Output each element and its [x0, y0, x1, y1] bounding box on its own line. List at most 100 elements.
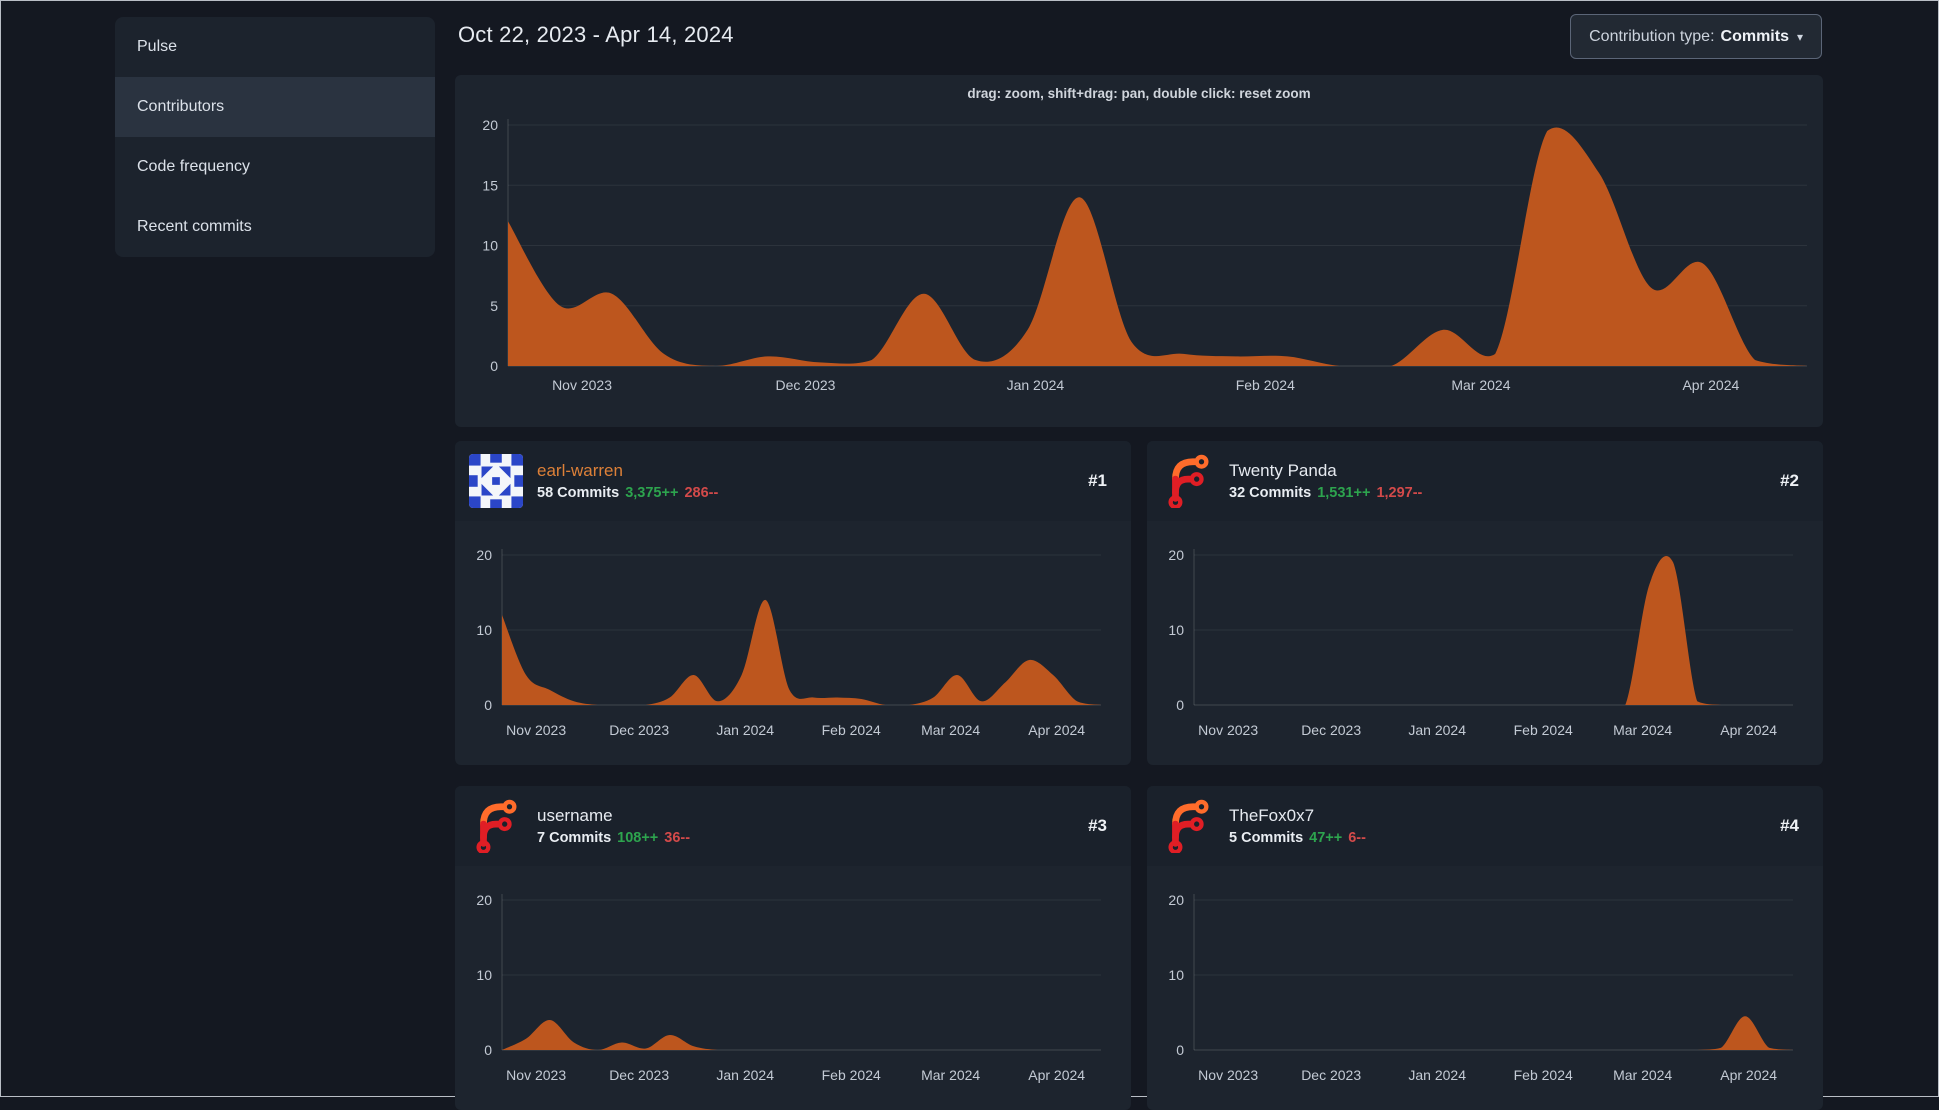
contribution-type-label: Contribution type: [1589, 27, 1715, 45]
svg-text:Dec 2023: Dec 2023 [609, 1067, 669, 1083]
contributor-commits-area-chart[interactable]: 0 10 20 Nov 2023 Dec 2023 Jan 2024 Feb 2024 Mar… [467, 870, 1119, 1096]
svg-text:20: 20 [1168, 892, 1184, 908]
contributor-name: Twenty Panda [1229, 461, 1337, 480]
svg-text:Feb 2024: Feb 2024 [1514, 1067, 1573, 1083]
svg-text:Feb 2024: Feb 2024 [1236, 377, 1295, 393]
svg-text:Mar 2024: Mar 2024 [1613, 1067, 1672, 1083]
contributor-stats: 32 Commits 1,531++ 1,297-- [1229, 485, 1766, 501]
commit-count: 32 Commits [1229, 485, 1312, 501]
additions-count: 3,375++ [625, 485, 679, 501]
contributor-name: TheFox0x7 [1229, 806, 1315, 825]
svg-text:Feb 2024: Feb 2024 [822, 1067, 881, 1083]
contributor-card-header: username 7 Commits 108++ 36-- #3 [455, 786, 1131, 866]
svg-text:Apr 2024: Apr 2024 [1028, 1067, 1085, 1083]
contributor-card-1: earl-warren 58 Commits 3,375++ 286-- #1 0 1… [455, 441, 1131, 765]
svg-text:Mar 2024: Mar 2024 [921, 1067, 980, 1083]
deletions-count: 36-- [664, 830, 691, 846]
svg-text:10: 10 [1168, 622, 1184, 638]
forgejo-logo-avatar [469, 799, 523, 853]
svg-text:Jan 2024: Jan 2024 [1408, 722, 1466, 738]
contributor-card-header: earl-warren 58 Commits 3,375++ 286-- #1 [455, 441, 1131, 521]
commit-count: 58 Commits [537, 485, 620, 501]
additions-count: 1,531++ [1317, 485, 1371, 501]
contributor-commits-area-chart[interactable]: 0 10 20 Nov 2023 Dec 2023 Jan 2024 Feb 2024 Mar… [467, 525, 1119, 751]
svg-text:Nov 2023: Nov 2023 [506, 722, 566, 738]
svg-text:Apr 2024: Apr 2024 [1028, 722, 1085, 738]
deletions-count: 1,297-- [1376, 485, 1423, 501]
deletions-count: 6-- [1348, 830, 1366, 846]
contributor-card-3: username 7 Commits 108++ 36-- #3 0 10 20 Nov … [455, 786, 1131, 1110]
svg-text:Jan 2024: Jan 2024 [716, 722, 774, 738]
contributor-chart-body: 0 10 20 Nov 2023 Dec 2023 Jan 2024 Feb 2024 Mar… [455, 521, 1131, 751]
contribution-type-dropdown[interactable]: Contribution type: Commits ▾ [1570, 14, 1822, 59]
additions-count: 108++ [617, 830, 659, 846]
contributor-card-header: TheFox0x7 5 Commits 47++ 6-- #4 [1147, 786, 1823, 866]
contributor-chart-body: 0 10 20 Nov 2023 Dec 2023 Jan 2024 Feb 2024 Mar… [1147, 866, 1823, 1096]
svg-text:Jan 2024: Jan 2024 [716, 1067, 774, 1083]
svg-text:10: 10 [476, 967, 492, 983]
svg-text:Nov 2023: Nov 2023 [552, 377, 612, 393]
chevron-down-icon: ▾ [1796, 29, 1803, 44]
overall-chart-panel: drag: zoom, shift+drag: pan, double clic… [455, 75, 1823, 427]
rank-badge: #2 [1780, 471, 1799, 490]
identicon-avatar[interactable] [469, 454, 523, 508]
overall-commits-area-chart[interactable]: 0 5 10 15 20 Nov 2023 Dec 2023 Jan 2024 Feb 2024… [467, 104, 1811, 414]
sidebar-item-contributors[interactable]: Contributors [115, 77, 435, 137]
sidebar-menu: Pulse Contributors Code frequency Recent… [115, 17, 435, 257]
rank-badge: #4 [1780, 816, 1799, 835]
svg-text:20: 20 [482, 117, 498, 133]
commit-count: 7 Commits [537, 830, 612, 846]
contribution-type-value: Commits [1720, 27, 1789, 45]
svg-text:Dec 2023: Dec 2023 [1301, 1067, 1361, 1083]
forgejo-logo-icon [476, 799, 517, 853]
svg-text:0: 0 [1176, 697, 1184, 713]
contributor-cards-grid: earl-warren 58 Commits 3,375++ 286-- #1 0 1… [455, 441, 1823, 1110]
svg-text:Dec 2023: Dec 2023 [609, 722, 669, 738]
svg-text:Dec 2023: Dec 2023 [1301, 722, 1361, 738]
svg-text:Jan 2024: Jan 2024 [1408, 1067, 1466, 1083]
sidebar-item-pulse[interactable]: Pulse [115, 17, 435, 77]
svg-text:Feb 2024: Feb 2024 [822, 722, 881, 738]
svg-text:Jan 2024: Jan 2024 [1007, 377, 1065, 393]
contributor-card-header: Twenty Panda 32 Commits 1,531++ 1,297-- #2 [1147, 441, 1823, 521]
svg-text:20: 20 [476, 547, 492, 563]
svg-text:15: 15 [482, 177, 498, 193]
chart-zoom-hint: drag: zoom, shift+drag: pan, double clic… [967, 86, 1311, 101]
contributor-commits-area-chart[interactable]: 0 10 20 Nov 2023 Dec 2023 Jan 2024 Feb 2024 Mar… [1159, 870, 1811, 1096]
forgejo-logo-avatar [1161, 799, 1215, 853]
svg-text:Mar 2024: Mar 2024 [1451, 377, 1510, 393]
contributor-stats: 7 Commits 108++ 36-- [537, 830, 1074, 846]
svg-text:Nov 2023: Nov 2023 [506, 1067, 566, 1083]
svg-text:Feb 2024: Feb 2024 [1514, 722, 1573, 738]
sidebar-item-code-frequency[interactable]: Code frequency [115, 137, 435, 197]
rank-badge: #3 [1088, 816, 1107, 835]
svg-text:Apr 2024: Apr 2024 [1720, 1067, 1777, 1083]
contributor-commits-area-chart[interactable]: 0 10 20 Nov 2023 Dec 2023 Jan 2024 Feb 2024 Mar… [1159, 525, 1811, 751]
svg-text:10: 10 [476, 622, 492, 638]
topbar: Oct 22, 2023 - Apr 14, 2024 Contribution… [458, 14, 1822, 59]
contributor-card-2: Twenty Panda 32 Commits 1,531++ 1,297-- #2… [1147, 441, 1823, 765]
contributor-chart-body: 0 10 20 Nov 2023 Dec 2023 Jan 2024 Feb 2024 Mar… [1147, 521, 1823, 751]
forgejo-logo-icon [1168, 454, 1209, 508]
sidebar-item-recent-commits[interactable]: Recent commits [115, 197, 435, 257]
svg-text:Dec 2023: Dec 2023 [776, 377, 836, 393]
forgejo-logo-avatar [1161, 454, 1215, 508]
contributor-name-link[interactable]: earl-warren [537, 461, 1074, 481]
contributor-stats: 58 Commits 3,375++ 286-- [537, 485, 1074, 501]
rank-badge: #1 [1088, 471, 1107, 490]
contributor-card-4: TheFox0x7 5 Commits 47++ 6-- #4 0 10 20 Nov 2… [1147, 786, 1823, 1110]
contributor-chart-body: 0 10 20 Nov 2023 Dec 2023 Jan 2024 Feb 2024 Mar… [455, 866, 1131, 1096]
svg-text:0: 0 [484, 1042, 492, 1058]
date-range-title: Oct 22, 2023 - Apr 14, 2024 [458, 22, 734, 47]
svg-text:10: 10 [482, 238, 498, 254]
deletions-count: 286-- [684, 485, 719, 501]
svg-text:0: 0 [490, 358, 498, 374]
svg-text:0: 0 [484, 697, 492, 713]
svg-text:5: 5 [490, 298, 498, 314]
forgejo-logo-icon [1168, 799, 1209, 853]
svg-text:10: 10 [1168, 967, 1184, 983]
commit-count: 5 Commits [1229, 830, 1304, 846]
additions-count: 47++ [1309, 830, 1343, 846]
svg-text:0: 0 [1176, 1042, 1184, 1058]
contributor-stats: 5 Commits 47++ 6-- [1229, 830, 1766, 846]
